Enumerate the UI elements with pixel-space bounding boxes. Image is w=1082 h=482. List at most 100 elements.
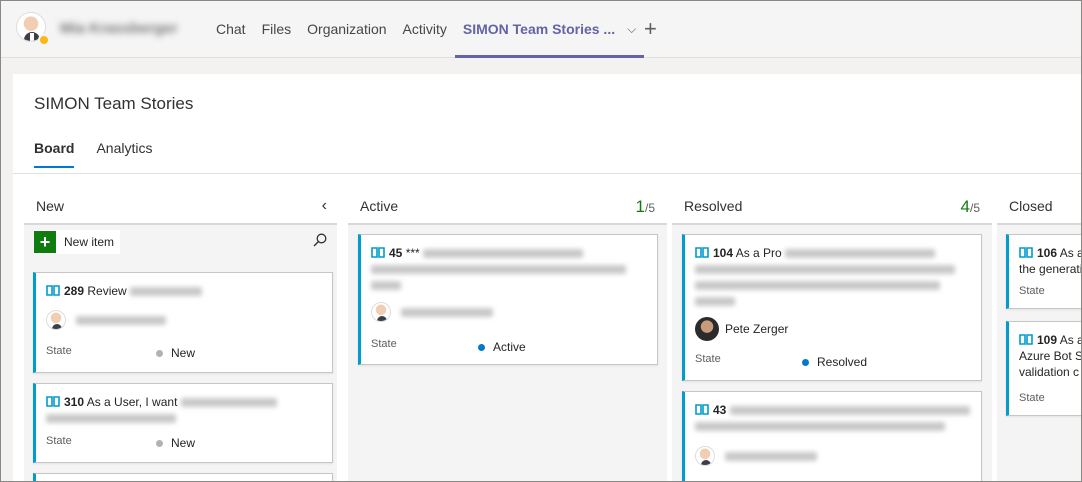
redacted-text (695, 297, 735, 307)
work-item-card[interactable]: 104 As a Pro Pete Zerger State Resolved (682, 234, 982, 381)
tab-files[interactable]: Files (254, 0, 300, 58)
user-avatar[interactable] (16, 12, 50, 46)
state-value-text: Resolved (817, 355, 868, 369)
state-value: New (156, 436, 195, 450)
card-id: 104 (713, 246, 734, 260)
new-item-label: New item (64, 235, 115, 249)
tab-activity[interactable]: Activity (395, 0, 455, 58)
card-title: 43 (695, 402, 973, 434)
state-label: State (46, 435, 72, 447)
state-dot-icon (156, 349, 163, 357)
content-panel: SIMON Team Stories Board Analytics New ‹… (13, 74, 1082, 482)
card-id: 310 (64, 395, 85, 409)
column-title: New (36, 198, 65, 214)
state-label: State (1019, 285, 1045, 297)
user-story-icon (695, 404, 709, 415)
assignee (46, 310, 166, 330)
tab-chat[interactable]: Chat (208, 0, 254, 58)
assignee-avatar (371, 302, 391, 322)
card-title: 104 As a Pro (695, 245, 973, 309)
chevron-down-icon[interactable]: ⌵ (627, 22, 636, 37)
work-item-card[interactable]: 310 As a User, I want State New (33, 383, 333, 463)
card-title: 106 As a the generati (1019, 245, 1082, 277)
channel-tabs: Chat Files Organization Activity SIMON T… (208, 0, 645, 58)
state-label: State (46, 345, 72, 357)
redacted-text (729, 406, 970, 416)
state-value-text: Active (493, 340, 526, 354)
collapse-chevron-icon[interactable]: ‹ (322, 197, 327, 215)
assignee-name-redacted (725, 451, 817, 461)
tab-organization[interactable]: Organization (299, 0, 394, 58)
state-value-text: New (171, 346, 196, 360)
redacted-text (695, 265, 955, 275)
column-header-resolved: Resolved 4/5 (672, 189, 992, 225)
card-title-text: As a (1059, 246, 1082, 260)
state-value: New (156, 346, 195, 360)
user-name: Mia Krassberger (60, 20, 178, 37)
state-label: State (1019, 392, 1045, 404)
teams-header: Mia Krassberger Chat Files Organization … (0, 0, 1082, 58)
divider (13, 173, 1082, 174)
state-value: Active (478, 340, 526, 354)
user-story-icon (46, 396, 60, 407)
user-story-icon (695, 247, 709, 258)
redacted-text (785, 249, 936, 259)
wip-count: 4/5 (961, 197, 980, 217)
redacted-text (180, 398, 277, 408)
work-item-card[interactable]: 289 Review State New (33, 272, 333, 373)
assignee-avatar (46, 310, 66, 330)
add-tab-button[interactable]: + (644, 16, 657, 42)
tab-analytics[interactable]: Analytics (96, 140, 152, 168)
column-header-closed: Closed (997, 189, 1082, 225)
assignee (371, 302, 493, 322)
assignee-name-redacted (76, 315, 166, 325)
wip-count-value: 4 (960, 197, 970, 216)
wip-count: 1/5 (636, 197, 655, 217)
redacted-text (130, 287, 203, 297)
tab-simon-team-stories-label: SIMON Team Stories ... (462, 21, 616, 37)
tab-board[interactable]: Board (34, 140, 75, 168)
work-item-card[interactable]: 109 As a Azure Bot S validation c State (1006, 321, 1082, 416)
card-title-text: Review (87, 284, 127, 298)
column-active: Active 1/5 45 *** State Active (348, 189, 667, 482)
column-header-new: New ‹ (24, 189, 337, 225)
page-title: SIMON Team Stories (34, 94, 194, 113)
column-title: Active (360, 198, 399, 214)
redacted-text (46, 414, 176, 424)
assignee-name-redacted (401, 307, 493, 317)
card-title-line3: validation c (1019, 365, 1080, 379)
column-title: Closed (1009, 198, 1053, 214)
work-item-card[interactable]: 43 (682, 391, 982, 482)
assignee-avatar (695, 446, 715, 466)
presence-away-icon (38, 34, 50, 46)
card-id: 43 (713, 403, 727, 417)
card-title-text: As a Pro (735, 246, 782, 260)
plus-icon: + (34, 231, 56, 253)
card-id: 45 (389, 246, 403, 260)
state-value: Resolved (802, 355, 867, 369)
wip-count-value: 1 (635, 197, 645, 216)
card-title: 289 Review (46, 283, 324, 299)
redacted-text (423, 249, 584, 259)
assignee (695, 446, 817, 466)
column-resolved: Resolved 4/5 104 As a Pro Pete Zerger St… (672, 189, 992, 482)
wip-limit: /5 (969, 201, 980, 215)
user-story-icon (1019, 247, 1033, 258)
column-title: Resolved (684, 198, 743, 214)
redacted-text (695, 281, 940, 291)
redacted-text (371, 265, 626, 275)
card-title: 45 *** (371, 245, 649, 293)
column-new: New ‹ + New item 289 Review State New 31… (24, 189, 337, 482)
work-item-card[interactable] (33, 473, 333, 482)
work-item-card[interactable]: 45 *** State Active (358, 234, 658, 365)
assignee-avatar (695, 317, 719, 341)
redacted-text (695, 422, 945, 432)
state-dot-icon (802, 358, 809, 366)
work-item-card[interactable]: 106 As a the generati State (1006, 234, 1082, 309)
tab-simon-team-stories[interactable]: SIMON Team Stories ... ⌵ (454, 0, 645, 58)
redacted-text (371, 281, 401, 291)
search-icon[interactable] (313, 233, 327, 247)
state-label: State (695, 353, 721, 365)
view-tabs: Board Analytics (34, 140, 174, 168)
new-item-button[interactable]: + New item (34, 230, 121, 254)
